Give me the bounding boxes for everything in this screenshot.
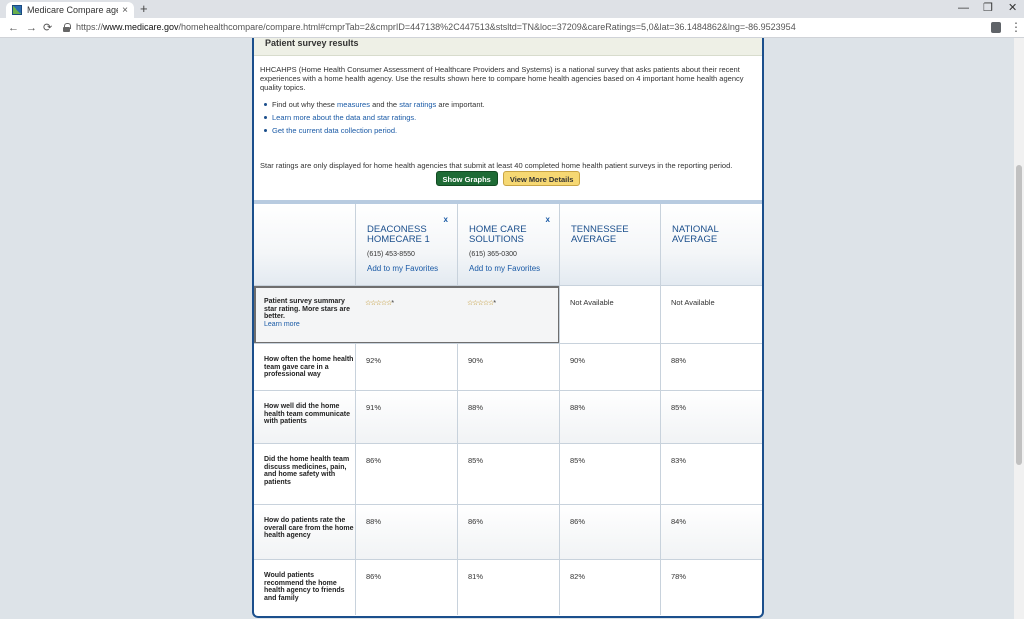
url-field[interactable]: https://www.medicare.gov/homehealthcompa…: [76, 22, 796, 32]
table-cell: 86%: [559, 505, 660, 559]
minimize-button[interactable]: —: [958, 1, 969, 15]
table-row: How do patients rate the overall care fr…: [254, 504, 762, 559]
star-ratings-link[interactable]: star ratings: [399, 100, 436, 109]
browser-tab[interactable]: Medicare Compare agencies ×: [6, 2, 134, 18]
table-cell: 86%: [355, 560, 457, 615]
table-cell: 90%: [559, 344, 660, 390]
column-header: x DEACONESS HOMECARE 1 (615) 453-8550 Ad…: [355, 204, 457, 289]
add-to-favorites-link[interactable]: Add to my Favorites: [367, 264, 457, 273]
learn-more-link[interactable]: Learn more: [264, 321, 355, 329]
table-cell: 81%: [457, 560, 559, 615]
agency-name: HOME CARE SOLUTIONS: [469, 224, 527, 245]
column-header: TENNESSEE AVERAGE: [559, 204, 660, 289]
table-header: x DEACONESS HOMECARE 1 (615) 453-8550 Ad…: [254, 200, 762, 289]
new-tab-button[interactable]: +: [140, 2, 148, 16]
star-rating-icon: ☆☆☆☆☆*: [467, 300, 497, 307]
row-label: Patient survey summary star rating. More…: [254, 286, 355, 328]
info-links: Find out why these measures and the star…: [263, 100, 762, 135]
tab-close-icon[interactable]: ×: [122, 5, 128, 16]
measures-link[interactable]: measures: [337, 100, 370, 109]
scrollbar[interactable]: [1014, 38, 1024, 619]
table-cell: 88%: [660, 344, 762, 390]
table-cell: 84%: [660, 505, 762, 559]
action-buttons: Show Graphs View More Details: [254, 171, 762, 186]
row-label: How do patients rate the overall care fr…: [264, 517, 354, 539]
table-cell: 88%: [559, 391, 660, 443]
table-cell: 88%: [457, 391, 559, 443]
table-cell: 85%: [457, 444, 559, 504]
row-label: How often the home health team gave care…: [264, 356, 354, 378]
intro-text: HHCAHPS (Home Health Consumer Assessment…: [260, 65, 744, 92]
remove-agency-button[interactable]: x: [444, 215, 448, 224]
forward-icon[interactable]: →: [26, 21, 37, 35]
scrollbar-thumb[interactable]: [1016, 165, 1022, 465]
section-title: Patient survey results: [254, 38, 762, 56]
table-cell: 92%: [355, 344, 457, 390]
add-to-favorites-link[interactable]: Add to my Favorites: [469, 264, 559, 273]
table-cell: 78%: [660, 560, 762, 615]
star-rating-cell: Not Available: [660, 286, 762, 343]
table-cell: 85%: [559, 444, 660, 504]
back-icon[interactable]: ←: [8, 21, 19, 35]
show-graphs-button[interactable]: Show Graphs: [435, 171, 498, 186]
table-cell: 83%: [660, 444, 762, 504]
star-rating-note: Star ratings are only displayed for home…: [260, 161, 733, 170]
table-row: Would patients recommend the home health…: [254, 559, 762, 615]
profile-icon[interactable]: [991, 22, 1001, 33]
table-row: How often the home health team gave care…: [254, 343, 762, 390]
view-more-details-button[interactable]: View More Details: [502, 171, 581, 186]
tab-strip: Medicare Compare agencies × + — ❐ ✕: [0, 0, 1024, 18]
reload-icon[interactable]: ⟳: [43, 21, 52, 35]
restore-button[interactable]: ❐: [983, 1, 993, 15]
favicon-icon: [12, 5, 22, 15]
table-cell: 91%: [355, 391, 457, 443]
star-rating-cell: ☆☆☆☆☆*: [355, 286, 457, 343]
star-rating-cell: ☆☆☆☆☆*: [457, 286, 559, 343]
collection-period-link[interactable]: Get the current data collection period.: [272, 126, 397, 135]
table-row: Did the home health team discuss medicin…: [254, 443, 762, 504]
row-label: How well did the home health team commun…: [264, 403, 350, 425]
star-rating-icon: ☆☆☆☆☆*: [365, 300, 395, 307]
column-header: NATIONAL AVERAGE: [660, 204, 762, 289]
row-label: Would patients recommend the home health…: [264, 572, 345, 602]
comparison-table: x DEACONESS HOMECARE 1 (615) 453-8550 Ad…: [254, 200, 762, 615]
agency-name: DEACONESS HOMECARE 1: [367, 224, 430, 245]
page-viewport: Patient survey results HHCAHPS (Home Hea…: [0, 38, 1014, 619]
agency-phone: (615) 365-0300: [469, 251, 517, 258]
tab-title: Medicare Compare agencies: [27, 5, 118, 15]
table-cell: 82%: [559, 560, 660, 615]
lock-icon[interactable]: [63, 23, 71, 32]
list-item: Get the current data collection period.: [263, 126, 762, 135]
agency-phone: (615) 453-8550: [367, 251, 415, 258]
column-header: x HOME CARE SOLUTIONS (615) 365-0300 Add…: [457, 204, 559, 289]
remove-agency-button[interactable]: x: [546, 215, 550, 224]
star-rating-row: Patient survey summary star rating. More…: [254, 285, 762, 344]
table-cell: 90%: [457, 344, 559, 390]
list-item: Learn more about the data and star ratin…: [263, 113, 762, 122]
table-cell: 85%: [660, 391, 762, 443]
row-label: Did the home health team discuss medicin…: [264, 456, 350, 486]
table-cell: 86%: [355, 444, 457, 504]
close-window-button[interactable]: ✕: [1008, 1, 1017, 15]
table-cell: 86%: [457, 505, 559, 559]
list-item: Find out why these measures and the star…: [263, 100, 762, 109]
menu-icon[interactable]: ⋮: [1010, 20, 1022, 34]
star-rating-cell: Not Available: [559, 286, 660, 343]
table-cell: 88%: [355, 505, 457, 559]
average-name: TENNESSEE AVERAGE: [571, 224, 629, 245]
table-row: How well did the home health team commun…: [254, 390, 762, 443]
address-bar: ← → ⟳ https://www.medicare.gov/homehealt…: [0, 18, 1024, 38]
average-name: NATIONAL AVERAGE: [672, 224, 719, 245]
learn-more-data-link[interactable]: Learn more about the data and star ratin…: [272, 113, 416, 122]
survey-panel: Patient survey results HHCAHPS (Home Hea…: [252, 38, 764, 618]
